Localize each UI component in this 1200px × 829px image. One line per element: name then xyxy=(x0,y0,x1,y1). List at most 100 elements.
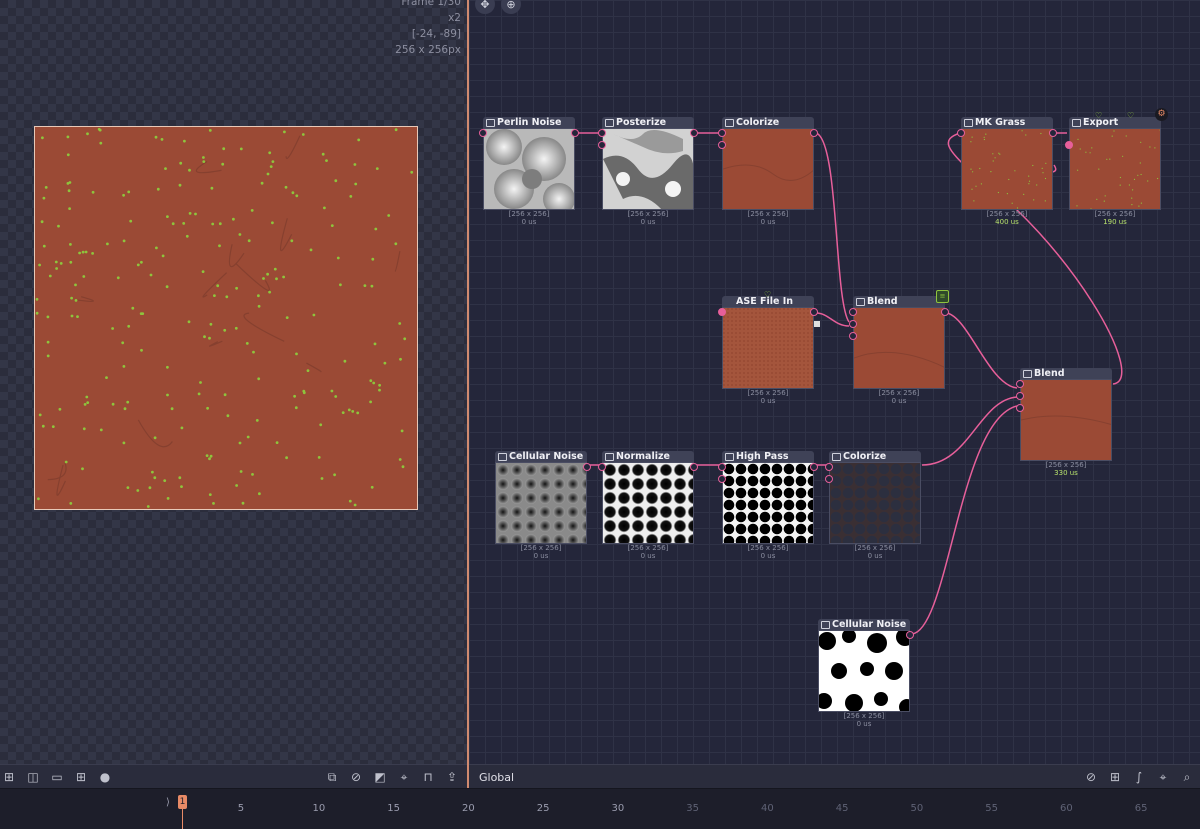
input-port[interactable] xyxy=(598,141,606,149)
input-port[interactable] xyxy=(957,129,965,137)
input-port[interactable] xyxy=(479,129,487,137)
output-port[interactable] xyxy=(583,463,591,471)
channel-icon xyxy=(814,321,820,327)
node-size: [256 x 256] xyxy=(627,210,669,218)
node-type-icon xyxy=(605,453,614,461)
tag-icon: ♡ xyxy=(1095,111,1103,120)
input-port[interactable] xyxy=(1016,404,1024,412)
node-time: 190 us xyxy=(1103,218,1127,226)
node-size: [256 x 256] xyxy=(854,544,896,552)
crosshair-icon[interactable]: ⌖ xyxy=(1154,768,1172,786)
node-mk-grass[interactable]: MK Grass [256 x 256] 400 us xyxy=(957,117,1057,226)
node-thumbnail xyxy=(1020,379,1112,461)
node-posterize[interactable]: Posterize [256 x 256] 0 us xyxy=(598,117,698,226)
export-icon[interactable]: ⇪ xyxy=(443,768,461,786)
curve-icon[interactable]: ∫ xyxy=(1130,768,1148,786)
open-external-icon[interactable]: ⧉ xyxy=(323,768,341,786)
input-port[interactable] xyxy=(1016,380,1024,388)
node-perlin-noise[interactable]: Perlin Noise [256 x 256] 0 us xyxy=(479,117,579,226)
input-port[interactable] xyxy=(718,308,726,316)
input-port[interactable] xyxy=(718,141,726,149)
node-type-icon xyxy=(605,119,614,127)
grid-settings-icon[interactable]: ⊞ xyxy=(72,768,90,786)
input-port[interactable] xyxy=(825,475,833,483)
input-port[interactable] xyxy=(718,129,726,137)
node-blend-final[interactable]: Blend [256 x 256] 330 us xyxy=(1016,368,1112,477)
node-export[interactable]: Export [256 x 256] 190 us ♡ ♡ ⚙ xyxy=(1065,108,1168,226)
timeline-ruler[interactable]: 5 10 15 20 25 30 35 40 45 50 55 60 65 xyxy=(168,795,1200,825)
add-icon[interactable]: ⊞ xyxy=(0,768,18,786)
node-ase-file-in[interactable]: ASE File In [256 x 256] 0 us ♡ xyxy=(718,290,820,405)
input-port[interactable] xyxy=(849,308,857,316)
node-thumbnail xyxy=(722,128,814,210)
playhead[interactable]: 1 xyxy=(178,795,187,809)
preview-toolbar: ⊞ ◫ ▭ ⊞ ● ⧉ ⊘ ◩ ⌖ ⊓ ⇪ xyxy=(0,764,467,789)
fit-view-icon[interactable]: ▭ xyxy=(48,768,66,786)
node-thumbnail xyxy=(602,462,694,544)
node-size: [256 x 256] xyxy=(747,544,789,552)
input-port[interactable] xyxy=(1016,392,1024,400)
node-size: [256 x 256] xyxy=(747,389,789,397)
crosshair-icon[interactable]: ⌖ xyxy=(395,768,413,786)
node-title: Colorize xyxy=(736,117,780,128)
output-port[interactable] xyxy=(810,308,818,316)
timeline-tick: 50 xyxy=(910,803,924,814)
node-title: MK Grass xyxy=(975,117,1026,128)
node-normalize[interactable]: Normalize [256 x 256] 0 us xyxy=(598,451,698,560)
tag-icon: ♡ xyxy=(1127,111,1135,120)
node-blend[interactable]: Blend [256 x 256] 0 us ≡ xyxy=(849,290,949,405)
pin-icon[interactable]: ⊘ xyxy=(1082,768,1100,786)
layer-icon[interactable]: ◩ xyxy=(371,768,389,786)
output-port[interactable] xyxy=(571,129,579,137)
split-view-icon[interactable]: ◫ xyxy=(24,768,42,786)
input-port[interactable] xyxy=(849,332,857,340)
search-icon[interactable]: ⌕ xyxy=(1178,768,1196,786)
lock-icon[interactable]: ⊓ xyxy=(419,768,437,786)
node-graph[interactable]: ✥ ⊕ Perlin Noise [256 x 256] 0 us Poster… xyxy=(469,0,1200,764)
preview-panel[interactable]: Frame 1/30 x2 [-24, -89] 256 x 256px xyxy=(0,0,467,764)
output-port[interactable] xyxy=(810,463,818,471)
node-colorize-2[interactable]: Colorize [256 x 256] 0 us xyxy=(825,451,921,560)
timeline-tick: 55 xyxy=(985,803,999,814)
node-type-icon xyxy=(498,453,507,461)
input-port[interactable] xyxy=(849,320,857,328)
position-readout: [-24, -89] xyxy=(411,28,461,40)
pin-icon[interactable]: ⊘ xyxy=(347,768,365,786)
node-size: [256 x 256] xyxy=(1094,210,1136,218)
color-icon[interactable]: ● xyxy=(96,768,114,786)
graph-scope-label[interactable]: Global xyxy=(479,771,514,784)
timeline[interactable]: ⟩ 5 10 15 20 25 30 35 40 45 50 55 60 65 1 xyxy=(0,788,1200,829)
export-action-icon[interactable]: ⚙ xyxy=(1155,108,1168,121)
input-port[interactable] xyxy=(598,463,606,471)
timeline-tick: 10 xyxy=(312,803,326,814)
node-thumbnail xyxy=(602,128,694,210)
output-port[interactable] xyxy=(690,463,698,471)
zoom-readout: x2 xyxy=(448,12,461,24)
input-port[interactable] xyxy=(825,463,833,471)
node-thumbnail xyxy=(961,128,1053,210)
list-icon[interactable]: ≡ xyxy=(936,290,949,303)
node-size: [256 x 256] xyxy=(520,544,562,552)
input-port[interactable] xyxy=(598,129,606,137)
frame-readout: Frame 1/30 xyxy=(401,0,461,8)
output-port[interactable] xyxy=(906,631,914,639)
input-port[interactable] xyxy=(718,463,726,471)
node-cellular-noise-2[interactable]: Cellular Noise [256 x 256] 0 us xyxy=(818,619,914,728)
node-title: Cellular Noise xyxy=(832,619,907,630)
timeline-tick: 40 xyxy=(761,803,774,814)
node-cellular-noise[interactable]: Cellular Noise [256 x 256] 0 us xyxy=(495,451,591,560)
node-type-icon xyxy=(1072,119,1081,127)
output-port[interactable] xyxy=(941,308,949,316)
input-port[interactable] xyxy=(718,475,726,483)
grid-settings-icon[interactable]: ⊞ xyxy=(1106,768,1124,786)
output-port[interactable] xyxy=(1049,129,1057,137)
node-colorize[interactable]: Colorize [256 x 256] 0 us xyxy=(718,117,818,226)
node-size: [256 x 256] xyxy=(986,210,1028,218)
node-size: [256 x 256] xyxy=(747,210,789,218)
texture-preview-image[interactable] xyxy=(34,126,418,510)
node-time: 0 us xyxy=(533,552,549,560)
input-port[interactable] xyxy=(1065,141,1073,149)
node-high-pass[interactable]: High Pass [256 x 256] 0 us xyxy=(718,451,818,560)
output-port[interactable] xyxy=(810,129,818,137)
output-port[interactable] xyxy=(690,129,698,137)
